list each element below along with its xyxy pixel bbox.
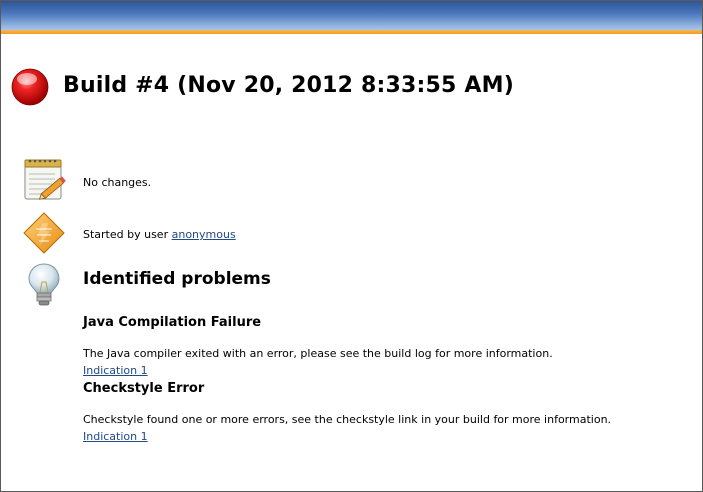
identified-problems-heading: Identified problems (83, 269, 271, 289)
page-header-bar (0, 0, 703, 30)
header-accent-stripe (0, 30, 703, 34)
indication-link[interactable]: Indication 1 (83, 364, 148, 377)
problem-description: Checkstyle found one or more errors, see… (83, 413, 612, 426)
changes-text: No changes. (83, 176, 152, 189)
problem-title: Java Compilation Failure (83, 315, 262, 330)
page-title: Build #4 (Nov 20, 2012 8:33:55 AM) (63, 73, 514, 98)
user-diamond-icon (23, 212, 65, 254)
red-ball-icon (11, 68, 49, 106)
problem-description: The Java compiler exited with an error, … (83, 347, 553, 360)
lightbulb-icon (28, 263, 60, 306)
indication-link[interactable]: Indication 1 (83, 430, 148, 443)
started-by-text: Started by user anonymous (83, 228, 236, 241)
user-link[interactable]: anonymous (172, 228, 236, 241)
started-by-prefix: Started by user (83, 228, 172, 241)
notepad-icon (24, 159, 66, 200)
problem-title: Checkstyle Error (83, 381, 205, 396)
